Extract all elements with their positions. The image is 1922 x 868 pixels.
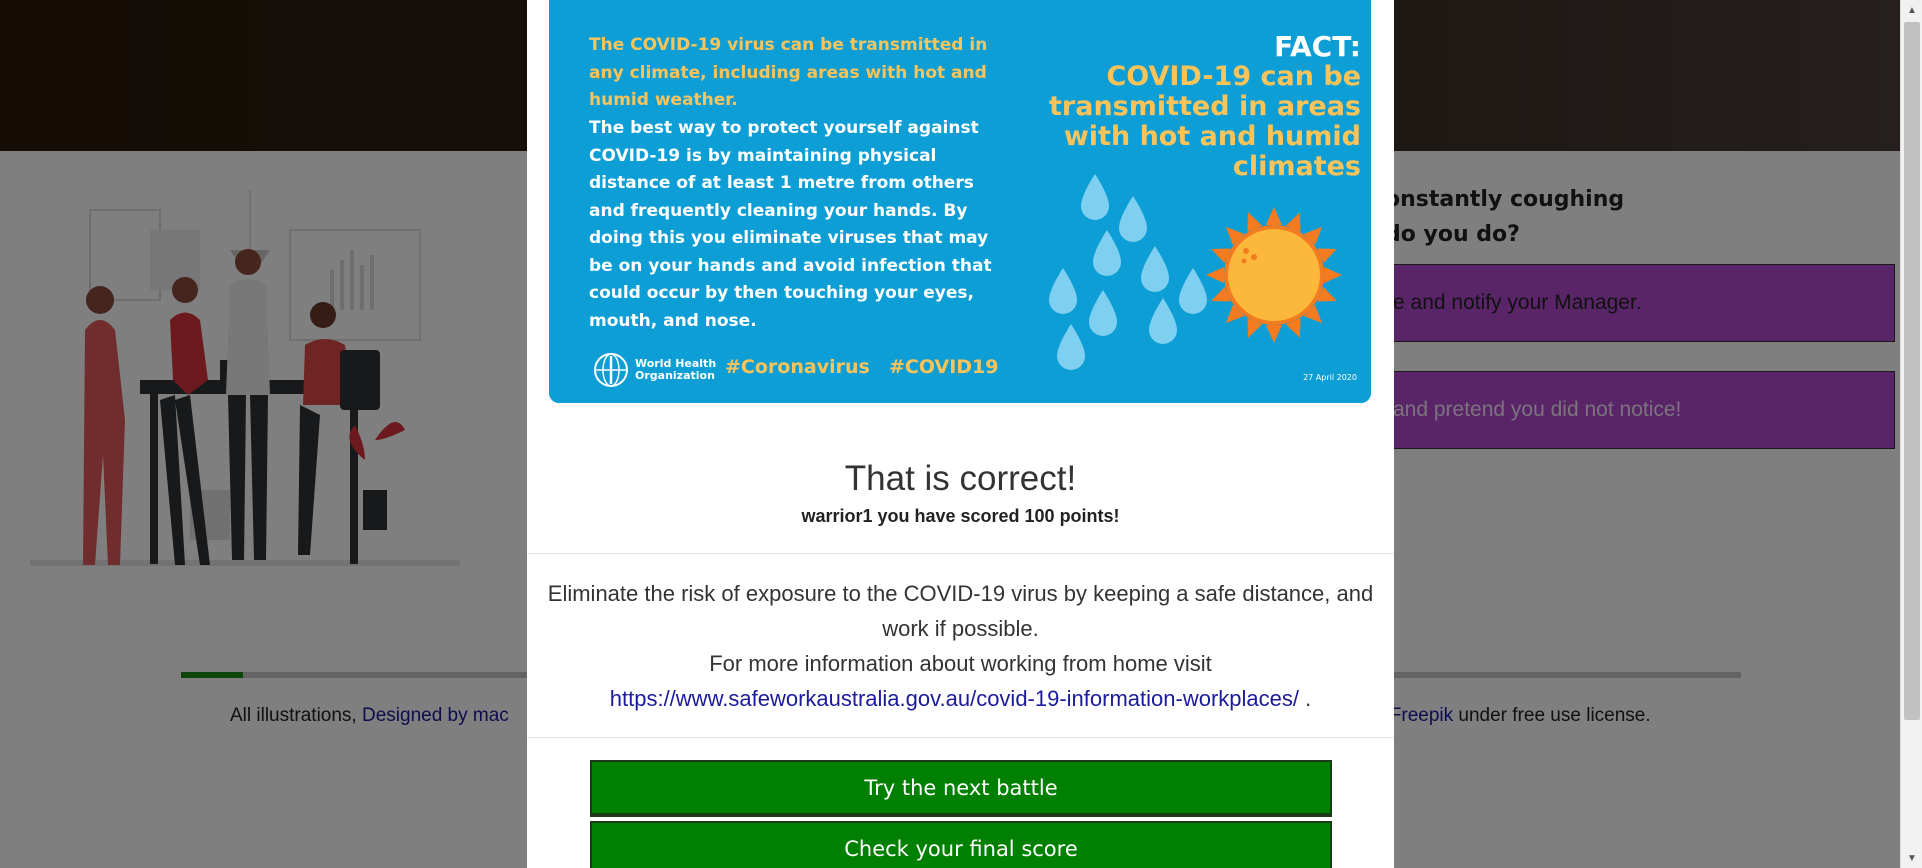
result-score-text: warrior1 you have scored 100 points! [801,506,1120,526]
result-title: That is correct! [844,459,1077,498]
fact-headline: COVID-19 can be transmitted in areas wit… [1049,61,1361,182]
who-logo: World Health Organization [593,352,716,388]
result-modal: The COVID-19 virus can be transmitted in… [527,0,1394,868]
who-name-line2: Organization [635,369,715,382]
scroll-up-arrow-icon[interactable]: ▲ [1901,0,1922,20]
fact-body-text: The best way to protect yourself against… [589,118,992,331]
try-next-battle-button[interactable]: Try the next battle [590,760,1332,817]
fact-label: FACT: [1274,30,1361,63]
hashtag-covid19: #COVID19 [889,356,999,378]
check-final-score-button[interactable]: Check your final score [590,821,1332,868]
water-droplets-icon [1049,174,1207,370]
page-scrollbar[interactable]: ▲ ▼ [1900,0,1922,868]
who-logo-icon [594,353,628,387]
fact-lead-text: The COVID-19 virus can be transmitted in… [589,35,988,110]
divider [527,737,1394,738]
scroll-thumb[interactable] [1904,22,1920,720]
info-link-suffix: . [1298,686,1312,711]
info-text: Eliminate the risk of exposure to the CO… [547,576,1374,716]
safework-link[interactable]: https://www.safeworkaustralia.gov.au/cov… [610,686,1299,711]
divider [527,553,1394,554]
fact-date: 27 April 2020 [1303,373,1357,382]
info-line-1: Eliminate the risk of exposure to the CO… [547,581,1374,641]
who-fact-card: The COVID-19 virus can be transmitted in… [549,0,1371,403]
scroll-down-arrow-icon[interactable]: ▼ [1901,848,1922,868]
sun-icon [1206,207,1342,343]
info-line-3: https://www.safeworkaustralia.gov.au/cov… [547,681,1374,716]
info-line-2: For more information about working from … [709,651,1212,676]
hashtag-coronavirus: #Coronavirus [725,356,870,378]
